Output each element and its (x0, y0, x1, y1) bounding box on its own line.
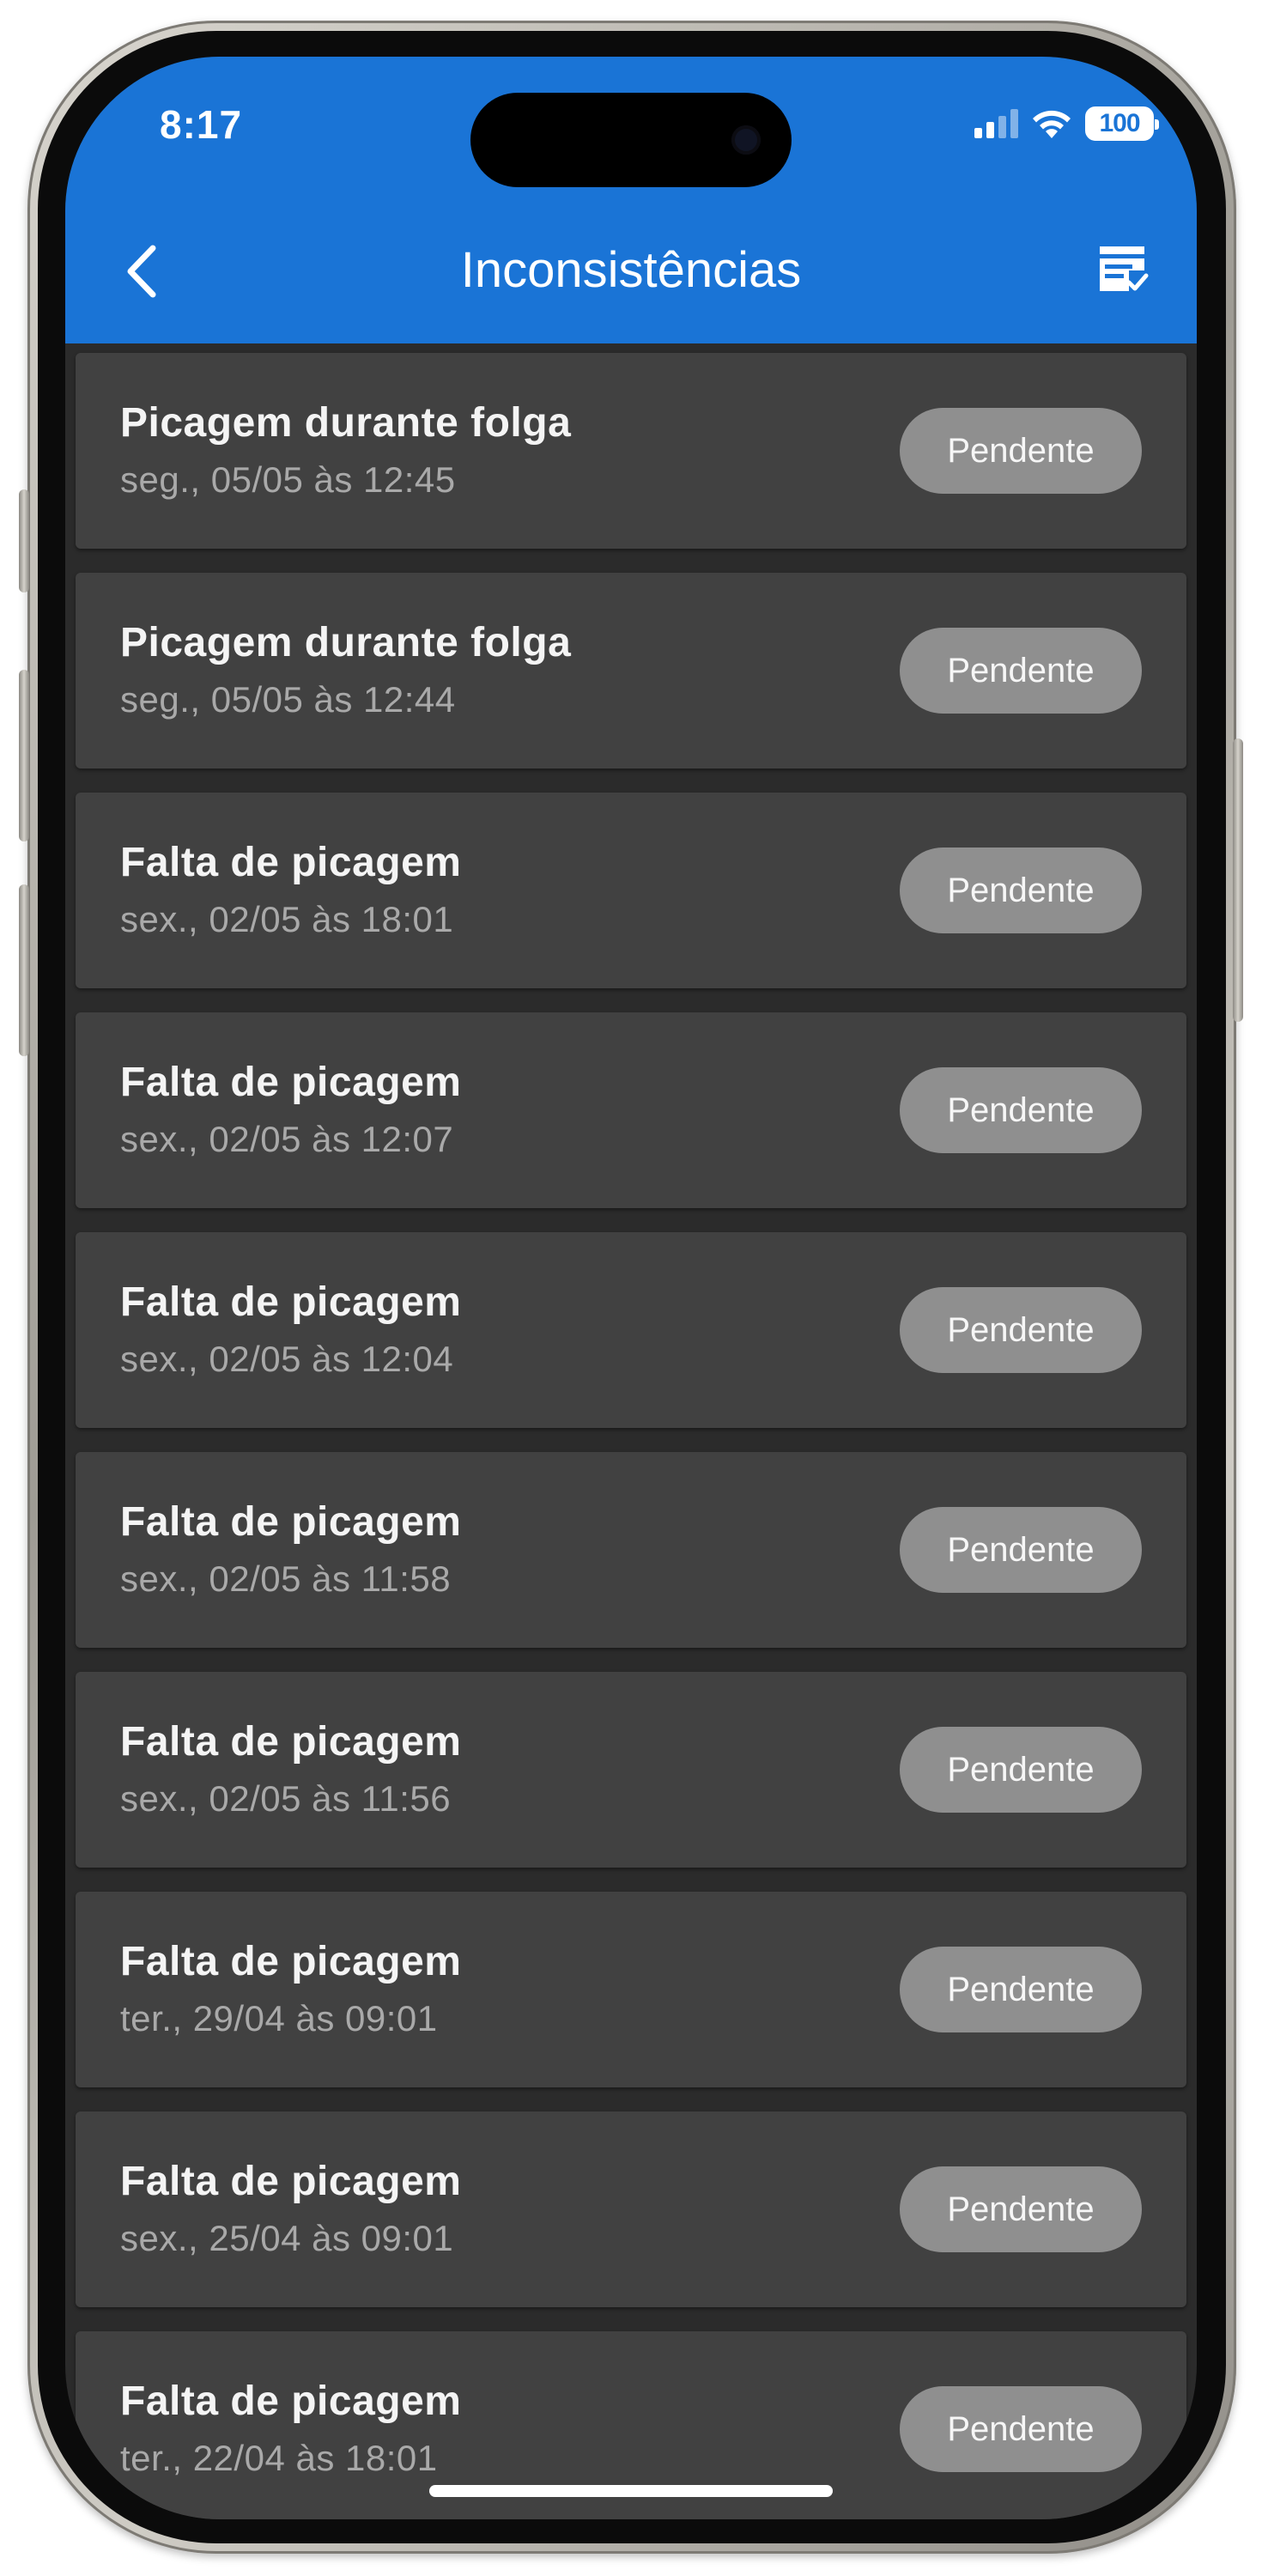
item-title: Picagem durante folga (120, 620, 572, 665)
form-check-icon (1100, 246, 1149, 291)
camera-icon (731, 125, 761, 155)
inconsistency-list: Picagem durante folga seg., 05/05 às 12:… (76, 353, 1186, 2519)
battery-icon: 100 (1085, 106, 1159, 141)
status-badge[interactable]: Pendente (900, 2166, 1142, 2252)
item-datetime: ter., 29/04 às 09:01 (120, 1998, 438, 2038)
status-badge[interactable]: Pendente (900, 1727, 1142, 1813)
item-title: Falta de picagem (120, 1499, 462, 1545)
home-indicator[interactable] (429, 2485, 833, 2497)
item-datetime: sex., 02/05 às 18:01 (120, 899, 454, 939)
list-item[interactable]: Falta de picagem sex., 02/05 às 11:56 Pe… (76, 1672, 1186, 1868)
app-bar: 8:17 100 Inconsistências (65, 57, 1197, 343)
list-item[interactable]: Picagem durante folga seg., 05/05 às 12:… (76, 353, 1186, 549)
item-datetime: sex., 25/04 às 09:01 (120, 2218, 454, 2258)
list-item[interactable]: Falta de picagem ter., 29/04 às 09:01 Pe… (76, 1892, 1186, 2087)
list-item[interactable]: Falta de picagem sex., 02/05 às 11:58 Pe… (76, 1452, 1186, 1648)
page-title: Inconsistências (460, 242, 802, 298)
battery-level: 100 (1099, 109, 1140, 137)
review-all-button[interactable] (1087, 234, 1159, 306)
item-title: Picagem durante folga (120, 400, 572, 446)
item-title: Falta de picagem (120, 1719, 462, 1765)
item-title: Falta de picagem (120, 1939, 462, 1984)
list-item[interactable]: Picagem durante folga seg., 05/05 às 12:… (76, 573, 1186, 769)
status-time: 8:17 (160, 102, 243, 147)
dynamic-island (470, 93, 792, 187)
status-badge[interactable]: Pendente (900, 1947, 1142, 2032)
screen: 8:17 100 Inconsistências Picagem durante… (65, 57, 1197, 2519)
item-title: Falta de picagem (120, 2159, 462, 2204)
list-item[interactable]: Falta de picagem sex., 02/05 às 12:04 Pe… (76, 1232, 1186, 1428)
status-badge[interactable]: Pendente (900, 408, 1142, 494)
status-badge[interactable]: Pendente (900, 848, 1142, 933)
item-datetime: sex., 02/05 às 11:56 (120, 1778, 452, 1819)
item-title: Falta de picagem (120, 840, 462, 885)
status-badge[interactable]: Pendente (900, 1067, 1142, 1153)
power-button (1233, 738, 1243, 1022)
status-badge[interactable]: Pendente (900, 2386, 1142, 2472)
volume-down-button (19, 884, 29, 1056)
list-item[interactable]: Falta de picagem sex., 25/04 às 09:01 Pe… (76, 2111, 1186, 2307)
action-button (19, 489, 29, 592)
status-icons: 100 (974, 105, 1159, 143)
status-badge[interactable]: Pendente (900, 1287, 1142, 1373)
wifi-icon (1033, 110, 1071, 138)
list-item[interactable]: Falta de picagem sex., 02/05 às 18:01 Pe… (76, 793, 1186, 988)
item-datetime: sex., 02/05 às 12:07 (120, 1119, 454, 1159)
status-badge[interactable]: Pendente (900, 628, 1142, 714)
status-badge[interactable]: Pendente (900, 1507, 1142, 1593)
cellular-signal-icon (974, 109, 1018, 138)
item-datetime: seg., 05/05 às 12:45 (120, 459, 456, 500)
item-datetime: ter., 22/04 às 18:01 (120, 2438, 438, 2478)
item-datetime: seg., 05/05 às 12:44 (120, 679, 456, 720)
item-title: Falta de picagem (120, 2379, 462, 2424)
item-datetime: sex., 02/05 às 11:58 (120, 1558, 452, 1599)
item-datetime: sex., 02/05 às 12:04 (120, 1339, 454, 1379)
item-title: Falta de picagem (120, 1060, 462, 1105)
list-item[interactable]: Falta de picagem sex., 02/05 às 12:07 Pe… (76, 1012, 1186, 1208)
volume-up-button (19, 670, 29, 841)
item-title: Falta de picagem (120, 1279, 462, 1325)
